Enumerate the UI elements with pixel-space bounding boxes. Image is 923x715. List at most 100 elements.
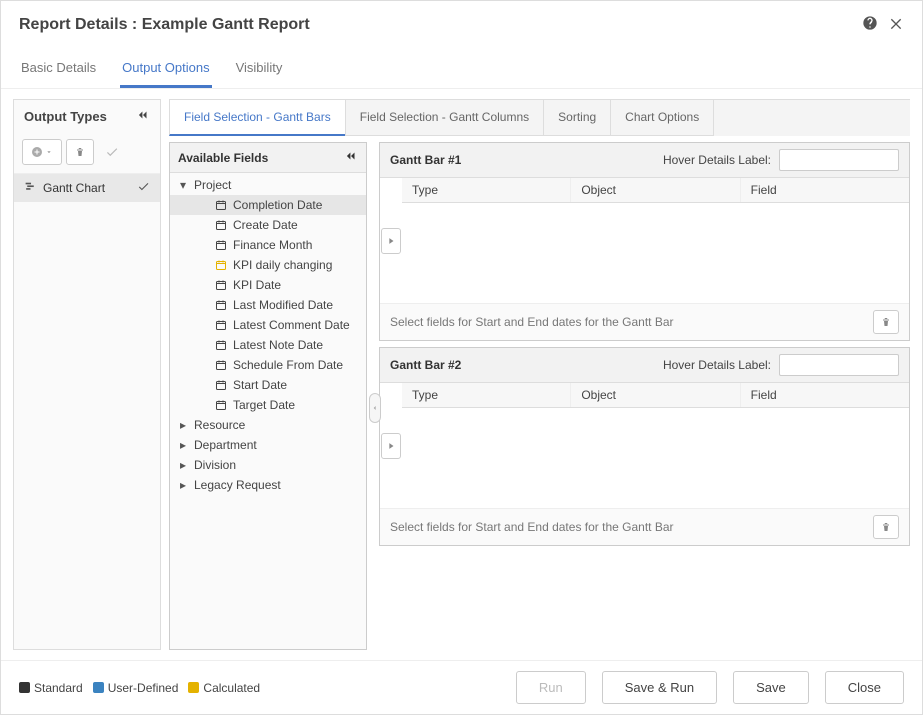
subtab-gantt-bars[interactable]: Field Selection - Gantt Bars xyxy=(169,100,346,136)
tree-field[interactable]: Last Modified Date xyxy=(170,295,366,315)
tree-field-label: Start Date xyxy=(233,378,287,392)
tree-field[interactable]: Target Date xyxy=(170,395,366,415)
tree-field[interactable]: Finance Month xyxy=(170,235,366,255)
col-field: Field xyxy=(741,178,909,202)
tree-group-department[interactable]: ▸ Department xyxy=(170,435,366,455)
check-icon xyxy=(137,180,150,196)
output-types-panel: Output Types xyxy=(13,99,161,650)
tree-field[interactable]: Start Date xyxy=(170,375,366,395)
tree-group-resource[interactable]: ▸ Resource xyxy=(170,415,366,435)
calendar-icon xyxy=(214,259,227,272)
subtab-gantt-columns[interactable]: Field Selection - Gantt Columns xyxy=(345,100,544,136)
tree-group-label: Project xyxy=(194,178,231,192)
delete-gantt-bar-button[interactable] xyxy=(873,515,899,539)
tree-field-label: Schedule From Date xyxy=(233,358,343,372)
hover-details-input[interactable] xyxy=(779,149,899,171)
calendar-icon xyxy=(214,399,227,412)
tree-group-division[interactable]: ▸ Division xyxy=(170,455,366,475)
output-types-title: Output Types xyxy=(24,109,107,124)
tree-field-label: Latest Comment Date xyxy=(233,318,350,332)
caret-right-icon: ▸ xyxy=(178,418,188,432)
tab-visibility[interactable]: Visibility xyxy=(234,54,285,88)
delete-gantt-bar-button[interactable] xyxy=(873,310,899,334)
tree-field[interactable]: KPI Date xyxy=(170,275,366,295)
hover-details-input[interactable] xyxy=(779,354,899,376)
add-field-arrow-button[interactable] xyxy=(381,433,401,459)
gantt-bar-block: Gantt Bar #1 Hover Details Label: TypeObje… xyxy=(379,142,910,341)
tree-field-label: Target Date xyxy=(233,398,295,412)
available-fields-panel: Available Fields ▾ ProjectCompletion Date… xyxy=(169,142,367,650)
available-fields-title: Available Fields xyxy=(178,151,268,165)
gantt-bar-hint: Select fields for Start and End dates fo… xyxy=(390,520,674,534)
tree-field[interactable]: Latest Comment Date xyxy=(170,315,366,335)
delete-output-type-button[interactable] xyxy=(66,139,94,165)
tree-field[interactable]: Completion Date xyxy=(170,195,366,215)
dialog-title: Report Details : Example Gantt Report xyxy=(19,16,310,34)
tree-field-label: KPI Date xyxy=(233,278,281,292)
tree-group-label: Department xyxy=(194,438,257,452)
close-icon[interactable] xyxy=(888,15,904,34)
tab-output-options[interactable]: Output Options xyxy=(120,54,211,88)
gantt-chart-icon xyxy=(24,180,37,196)
calendar-icon xyxy=(214,379,227,392)
col-object: Object xyxy=(571,178,740,202)
save-button[interactable]: Save xyxy=(733,671,809,704)
tree-field[interactable]: KPI daily changing xyxy=(170,255,366,275)
caret-right-icon: ▸ xyxy=(178,478,188,492)
tree-group-project[interactable]: ▾ Project xyxy=(170,175,366,195)
caret-right-icon: ▸ xyxy=(178,438,188,452)
legend-user-defined: User-Defined xyxy=(93,681,179,695)
calendar-icon xyxy=(214,219,227,232)
output-type-label: Gantt Chart xyxy=(43,181,105,195)
add-field-arrow-button[interactable] xyxy=(381,228,401,254)
calendar-icon xyxy=(214,299,227,312)
tree-field-label: Completion Date xyxy=(233,198,322,212)
calendar-icon xyxy=(214,279,227,292)
tree-field-label: Last Modified Date xyxy=(233,298,333,312)
tree-field-label: KPI daily changing xyxy=(233,258,332,272)
calendar-icon xyxy=(214,239,227,252)
tree-field[interactable]: Create Date xyxy=(170,215,366,235)
calendar-icon xyxy=(214,339,227,352)
tree-field-label: Latest Note Date xyxy=(233,338,323,352)
output-type-gantt-chart[interactable]: Gantt Chart xyxy=(14,174,160,202)
collapse-panel-icon[interactable] xyxy=(136,108,150,125)
tree-group-label: Legacy Request xyxy=(194,478,281,492)
help-icon[interactable] xyxy=(862,15,878,34)
col-field: Field xyxy=(741,383,909,407)
close-button[interactable]: Close xyxy=(825,671,904,704)
tree-group-label: Division xyxy=(194,458,236,472)
tree-group-legacy[interactable]: ▸ Legacy Request xyxy=(170,475,366,495)
gantt-bar-title: Gantt Bar #1 xyxy=(390,153,461,167)
gantt-bar-block: Gantt Bar #2Hover Details Label:TypeObje… xyxy=(379,347,910,546)
calendar-icon xyxy=(214,319,227,332)
tree-field-label: Finance Month xyxy=(233,238,312,252)
confirm-output-type-button[interactable] xyxy=(98,139,126,165)
gantt-bar-hint: Select fields for Start and End dates fo… xyxy=(390,315,674,329)
caret-down-icon: ▾ xyxy=(178,178,188,192)
hover-details-label: Hover Details Label: xyxy=(663,153,771,167)
col-type: Type xyxy=(402,178,571,202)
hover-details-label: Hover Details Label: xyxy=(663,358,771,372)
panel-resize-handle[interactable] xyxy=(369,393,381,423)
subtab-sorting[interactable]: Sorting xyxy=(543,100,611,136)
gantt-bar-drop-area[interactable] xyxy=(402,408,909,508)
tree-field[interactable]: Schedule From Date xyxy=(170,355,366,375)
col-object: Object xyxy=(571,383,740,407)
tree-field[interactable]: Latest Note Date xyxy=(170,335,366,355)
legend-calculated: Calculated xyxy=(188,681,260,695)
legend-standard: Standard xyxy=(19,681,83,695)
tree-group-label: Resource xyxy=(194,418,245,432)
calendar-icon xyxy=(214,199,227,212)
save-and-run-button[interactable]: Save & Run xyxy=(602,671,717,704)
gantt-bar-drop-area[interactable] xyxy=(402,203,909,303)
collapse-available-icon[interactable] xyxy=(344,149,358,166)
gantt-bar-title: Gantt Bar #2 xyxy=(390,358,461,372)
run-button: Run xyxy=(516,671,586,704)
add-output-type-button[interactable] xyxy=(22,139,62,165)
caret-right-icon: ▸ xyxy=(178,458,188,472)
tree-field-label: Create Date xyxy=(233,218,298,232)
tab-basic-details[interactable]: Basic Details xyxy=(19,54,98,88)
subtab-chart-options[interactable]: Chart Options xyxy=(610,100,714,136)
calendar-icon xyxy=(214,359,227,372)
